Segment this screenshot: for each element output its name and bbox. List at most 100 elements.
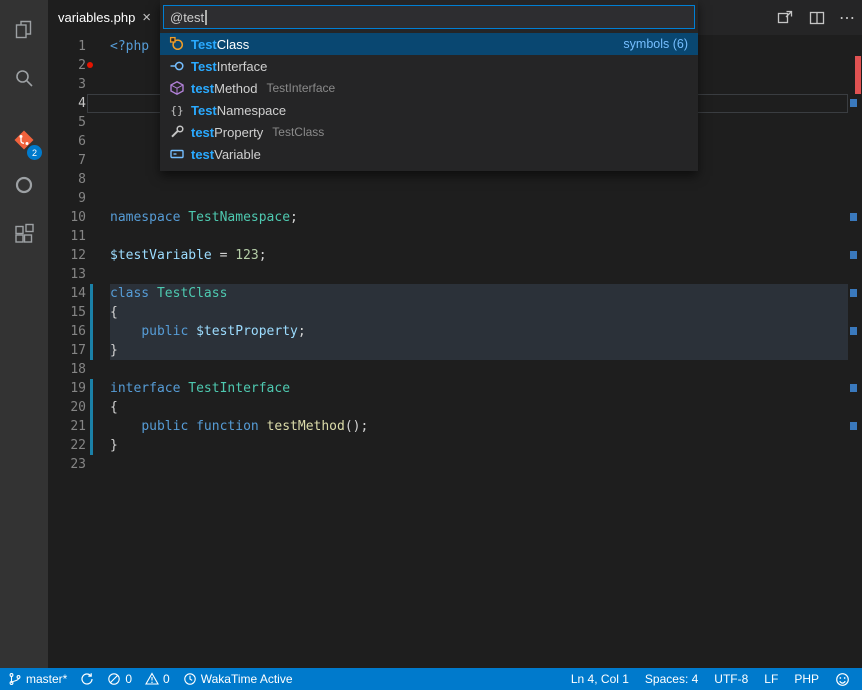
ruler-match-mark	[850, 384, 857, 392]
code-line[interactable]: class TestClass	[110, 284, 848, 303]
sync-icon	[80, 672, 94, 686]
squares-icon	[12, 223, 36, 247]
line-number: 15	[48, 303, 86, 322]
code-line[interactable]: {	[110, 398, 848, 417]
search-icon[interactable]	[0, 56, 48, 100]
tab-title: variables.php	[58, 10, 135, 25]
source-control-icon[interactable]: 2	[0, 118, 48, 162]
line-number: 22	[48, 436, 86, 455]
code-line[interactable]	[110, 455, 848, 474]
line-number: 19	[48, 379, 86, 398]
extensions-icon[interactable]	[0, 213, 48, 257]
symbol-method-icon	[168, 80, 186, 96]
quick-open-query: @test	[170, 10, 204, 25]
more-actions-icon[interactable]: ⋯	[839, 8, 856, 28]
quick-open-item-testMethod[interactable]: testMethod TestInterface	[160, 77, 698, 99]
line-number: 9	[48, 189, 86, 208]
errors-label: 0	[125, 672, 132, 686]
line-number: 6	[48, 132, 86, 151]
line-number: 1	[48, 37, 86, 56]
sync-status[interactable]	[80, 672, 94, 686]
overview-ruler[interactable]	[848, 35, 862, 668]
symbol-class-icon	[168, 36, 186, 52]
line-number: 7	[48, 151, 86, 170]
quick-open-item-TestClass[interactable]: TestClasssymbols (6)	[160, 33, 698, 55]
editor-actions: ⋯	[775, 0, 856, 35]
symbol-label: testVariable	[191, 147, 261, 162]
code-line[interactable]: }	[110, 341, 848, 360]
code-line[interactable]: namespace TestNamespace;	[110, 208, 848, 227]
close-icon[interactable]: ×	[136, 10, 151, 25]
svg-text:{}: {}	[170, 104, 183, 117]
git-modified-indicator	[90, 379, 93, 455]
code-line[interactable]	[110, 227, 848, 246]
symbol-label: testProperty	[191, 125, 263, 140]
error-count[interactable]: 0	[107, 672, 132, 686]
cursor-position[interactable]: Ln 4, Col 1	[571, 672, 629, 686]
vscode-window: { "colors": { "accent": "#007acc", "list…	[0, 0, 862, 690]
open-to-side-icon[interactable]	[775, 8, 795, 28]
wakatime-label: WakaTime Active	[201, 672, 293, 686]
symbol-label: TestNamespace	[191, 103, 286, 118]
quick-open-results: TestClasssymbols (6)TestInterfacetestMet…	[160, 33, 698, 165]
symbol-label: TestClass	[191, 37, 249, 52]
eol-setting[interactable]: LF	[764, 672, 778, 686]
code-line[interactable]: interface TestInterface	[110, 379, 848, 398]
quick-open-item-TestNamespace[interactable]: {} TestNamespace	[160, 99, 698, 121]
quick-open-item-testVariable[interactable]: testVariable	[160, 143, 698, 165]
code-line[interactable]	[110, 360, 848, 379]
tab-variables-php[interactable]: variables.php ×	[48, 0, 161, 35]
encoding-setting[interactable]: UTF-8	[714, 672, 748, 686]
feedback-smiley-icon[interactable]	[835, 672, 850, 687]
line-number: 23	[48, 455, 86, 474]
error-dot	[87, 62, 93, 68]
quick-open-input[interactable]: @test	[163, 5, 695, 29]
text-cursor	[205, 10, 207, 25]
symbol-namespace-icon: {}	[168, 102, 186, 118]
symbol-label: testMethod	[191, 81, 258, 96]
line-number: 5	[48, 113, 86, 132]
files-icon	[12, 18, 36, 42]
line-number: 4	[48, 94, 86, 113]
warning-count[interactable]: 0	[145, 672, 170, 686]
magnifier-icon	[12, 66, 36, 90]
ruler-match-mark	[850, 251, 857, 259]
git-modified-indicator	[90, 284, 93, 360]
git-branch-status[interactable]: master*	[8, 672, 67, 686]
split-editor-icon[interactable]	[807, 8, 827, 28]
quick-open-item-TestInterface[interactable]: TestInterface	[160, 55, 698, 77]
indentation-setting[interactable]: Spaces: 4	[645, 672, 698, 686]
symbol-interface-icon	[168, 58, 186, 74]
code-line[interactable]	[110, 189, 848, 208]
symbol-label: TestInterface	[191, 59, 267, 74]
line-number: 20	[48, 398, 86, 417]
ruler-match-mark	[850, 327, 857, 335]
symbol-container-label: TestInterface	[267, 81, 336, 95]
wakatime-status[interactable]: WakaTime Active	[183, 672, 293, 686]
line-number: 3	[48, 75, 86, 94]
line-number: 12	[48, 246, 86, 265]
line-number: 16	[48, 322, 86, 341]
code-line[interactable]: public $testProperty;	[110, 322, 848, 341]
line-number: 11	[48, 227, 86, 246]
code-line[interactable]: }	[110, 436, 848, 455]
code-line[interactable]: $testVariable = 123;	[110, 246, 848, 265]
code-line[interactable]	[110, 265, 848, 284]
ruler-error-mark	[855, 56, 861, 94]
warnings-label: 0	[163, 672, 170, 686]
line-number: 17	[48, 341, 86, 360]
symbol-container-label: TestClass	[272, 125, 324, 139]
activity-bar: 2	[0, 0, 48, 668]
line-number: 21	[48, 417, 86, 436]
status-bar: master* 0 0 WakaTime Active	[0, 668, 862, 690]
explorer-icon[interactable]	[0, 8, 48, 52]
code-line[interactable]: public function testMethod();	[110, 417, 848, 436]
quick-open-item-testProperty[interactable]: testProperty TestClass	[160, 121, 698, 143]
code-line[interactable]: {	[110, 303, 848, 322]
line-number: 18	[48, 360, 86, 379]
symbol-property-icon	[168, 124, 186, 140]
debug-icon[interactable]	[0, 163, 48, 207]
code-line[interactable]	[110, 170, 848, 189]
language-mode[interactable]: PHP	[794, 672, 819, 686]
status-bar-right: Ln 4, Col 1 Spaces: 4 UTF-8 LF PHP	[571, 672, 862, 687]
